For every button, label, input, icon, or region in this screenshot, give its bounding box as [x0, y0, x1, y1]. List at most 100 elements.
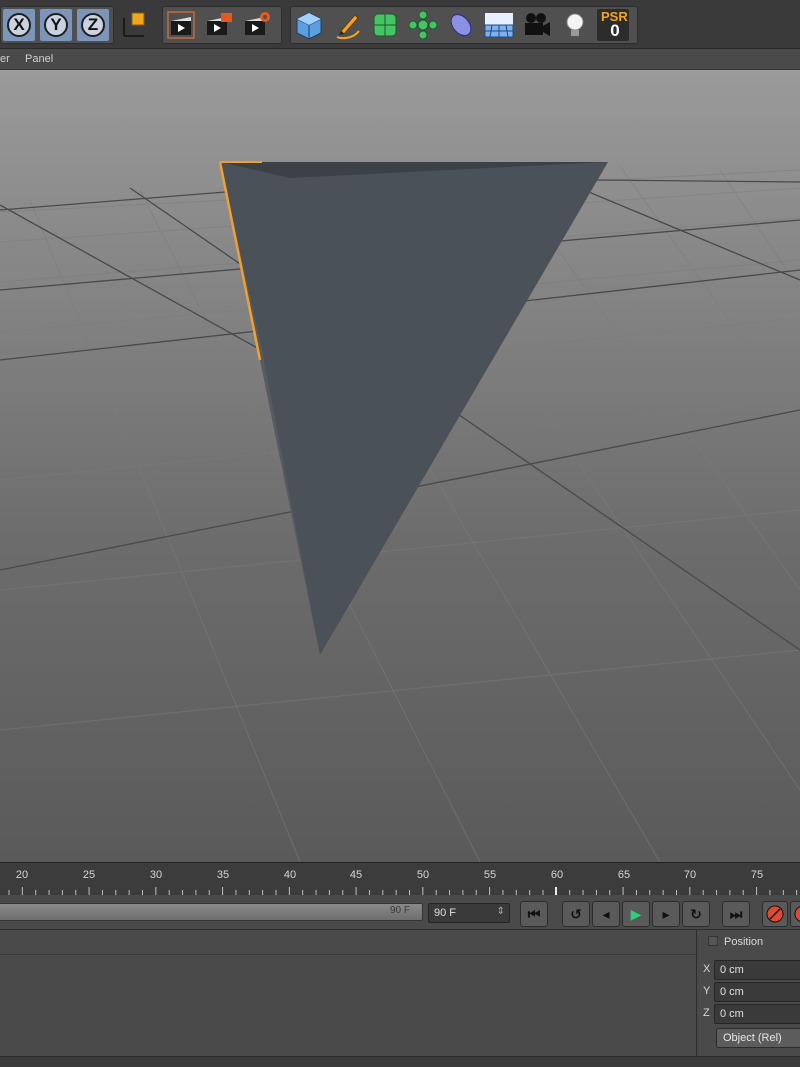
psr-reset-button[interactable]: PSR 0: [597, 9, 629, 41]
render-settings-icon: [245, 12, 270, 35]
coordinates-panel: Position X 0 cm Y 0 cm Z 0 cm Object (Re…: [700, 930, 800, 1056]
play-button[interactable]: ▶: [622, 901, 650, 927]
z-axis-label: Z: [81, 13, 105, 37]
next-frame-button[interactable]: ▸: [652, 901, 680, 927]
position-x-field[interactable]: 0 cm: [714, 960, 800, 980]
record-icon: [766, 905, 784, 923]
deformer-icon: [450, 13, 472, 37]
timeline-ruler[interactable]: 20 25 30 35 40 45 50 55 60 65 70 75: [0, 862, 800, 895]
position-label: Position: [724, 936, 764, 948]
autokey-button[interactable]: [790, 901, 800, 927]
bottom-panels: Position X 0 cm Y 0 cm Z 0 cm Object (Re…: [0, 930, 800, 1066]
subdivision-icon: [373, 13, 397, 37]
floor-button[interactable]: [483, 9, 515, 41]
viewport-menubar: er Panel: [0, 49, 800, 70]
light-icon: [566, 13, 584, 36]
previous-frame-button[interactable]: ◂: [592, 901, 620, 927]
tick-label: 40: [283, 869, 297, 881]
material-manager-panel[interactable]: [0, 930, 697, 1056]
next-keyframe-button[interactable]: ↻: [682, 901, 710, 927]
stepper-arrows-icon[interactable]: ⇕: [497, 906, 505, 917]
x-axis-label: X: [7, 13, 31, 37]
coordinate-system-icon: [123, 12, 145, 37]
frame-range-slider[interactable]: 90 F: [0, 903, 423, 921]
end-frame-field[interactable]: 90 F ⇕: [428, 903, 510, 923]
autokey-icon: [794, 906, 800, 922]
coordinate-mode-value: Object (Rel): [723, 1032, 782, 1044]
axis-lock-group: X Y Z: [0, 6, 114, 44]
go-to-start-button[interactable]: ⏮: [520, 901, 548, 927]
tick-label: 75: [750, 869, 764, 881]
tick-label: 20: [15, 869, 29, 881]
tick-label: 65: [617, 869, 631, 881]
cloner-icon: [408, 10, 438, 40]
render-picture-viewer-icon: [207, 13, 232, 35]
render-view-icon: [167, 11, 195, 39]
render-group: [162, 6, 282, 44]
render-picture-viewer-button[interactable]: [203, 9, 235, 41]
play-icon: ▶: [630, 906, 642, 922]
camera-button[interactable]: [521, 9, 553, 41]
y-axis-lock-button[interactable]: Y: [40, 9, 72, 41]
z-axis-lock-button[interactable]: Z: [77, 9, 109, 41]
object-creation-group: PSR 0: [290, 6, 638, 44]
psr-value: 0: [610, 21, 620, 40]
position-z-value: 0 cm: [720, 1008, 744, 1020]
position-y-row: Y 0 cm: [700, 982, 800, 1002]
coordinate-mode-dropdown[interactable]: Object (Rel): [716, 1028, 800, 1048]
cube-icon: [296, 12, 322, 40]
z-label: Z: [703, 1007, 710, 1019]
cloner-button[interactable]: [407, 9, 439, 41]
status-bar: [0, 1056, 800, 1067]
timeline-ticks: [8, 887, 798, 895]
tick-label: 35: [216, 869, 230, 881]
menu-item-filter[interactable]: er: [0, 53, 10, 65]
add-cube-button[interactable]: [293, 9, 325, 41]
record-button[interactable]: [762, 901, 788, 927]
position-header: Position: [708, 936, 763, 948]
subdivision-surface-button[interactable]: [369, 9, 401, 41]
floor-icon: [484, 13, 514, 38]
light-button[interactable]: [559, 9, 591, 41]
deformer-button[interactable]: [445, 9, 477, 41]
position-z-field[interactable]: 0 cm: [714, 1004, 800, 1024]
go-to-start-icon: ⏮: [527, 906, 541, 922]
position-y-field[interactable]: 0 cm: [714, 982, 800, 1002]
previous-frame-icon: ◂: [602, 906, 610, 922]
tick-label: 45: [349, 869, 363, 881]
position-z-row: Z 0 cm: [700, 1004, 800, 1024]
render-view-button[interactable]: [165, 9, 197, 41]
position-y-value: 0 cm: [720, 986, 744, 998]
y-label: Y: [703, 985, 711, 997]
x-axis-lock-button[interactable]: X: [3, 9, 35, 41]
previous-keyframe-icon: ↺: [570, 906, 582, 922]
main-toolbar: X Y Z PSR 0: [0, 0, 800, 49]
tick-label: 70: [683, 869, 697, 881]
playback-bar: 90 F 90 F ⇕ ⏮ ↺ ◂ ▶ ▸ ↻ ⏭: [0, 895, 800, 930]
pen-tool-icon: [336, 14, 360, 40]
go-to-end-icon: ⏭: [729, 906, 743, 922]
x-label: X: [703, 963, 711, 975]
position-x-row: X 0 cm: [700, 960, 800, 980]
position-x-value: 0 cm: [720, 964, 744, 976]
previous-keyframe-button[interactable]: ↺: [562, 901, 590, 927]
next-keyframe-icon: ↻: [690, 906, 702, 922]
render-settings-button[interactable]: [241, 9, 273, 41]
tick-label: 55: [483, 869, 497, 881]
end-frame-value: 90 F: [434, 907, 457, 919]
tick-label: 30: [149, 869, 163, 881]
next-frame-icon: ▸: [662, 906, 670, 922]
viewport-canvas[interactable]: [0, 70, 800, 863]
range-end-label: 90 F: [389, 905, 410, 916]
position-checkbox[interactable]: [708, 936, 718, 946]
3d-viewport[interactable]: [0, 70, 800, 863]
y-axis-label: Y: [44, 13, 68, 37]
pen-tool-button[interactable]: [331, 9, 363, 41]
panel-divider: [0, 954, 696, 955]
coordinate-system-button[interactable]: [118, 8, 150, 40]
menu-item-panel[interactable]: Panel: [25, 53, 53, 65]
tick-label: 25: [82, 869, 96, 881]
camera-icon: [525, 13, 550, 36]
go-to-end-button[interactable]: ⏭: [722, 901, 750, 927]
tick-label: 50: [416, 869, 430, 881]
